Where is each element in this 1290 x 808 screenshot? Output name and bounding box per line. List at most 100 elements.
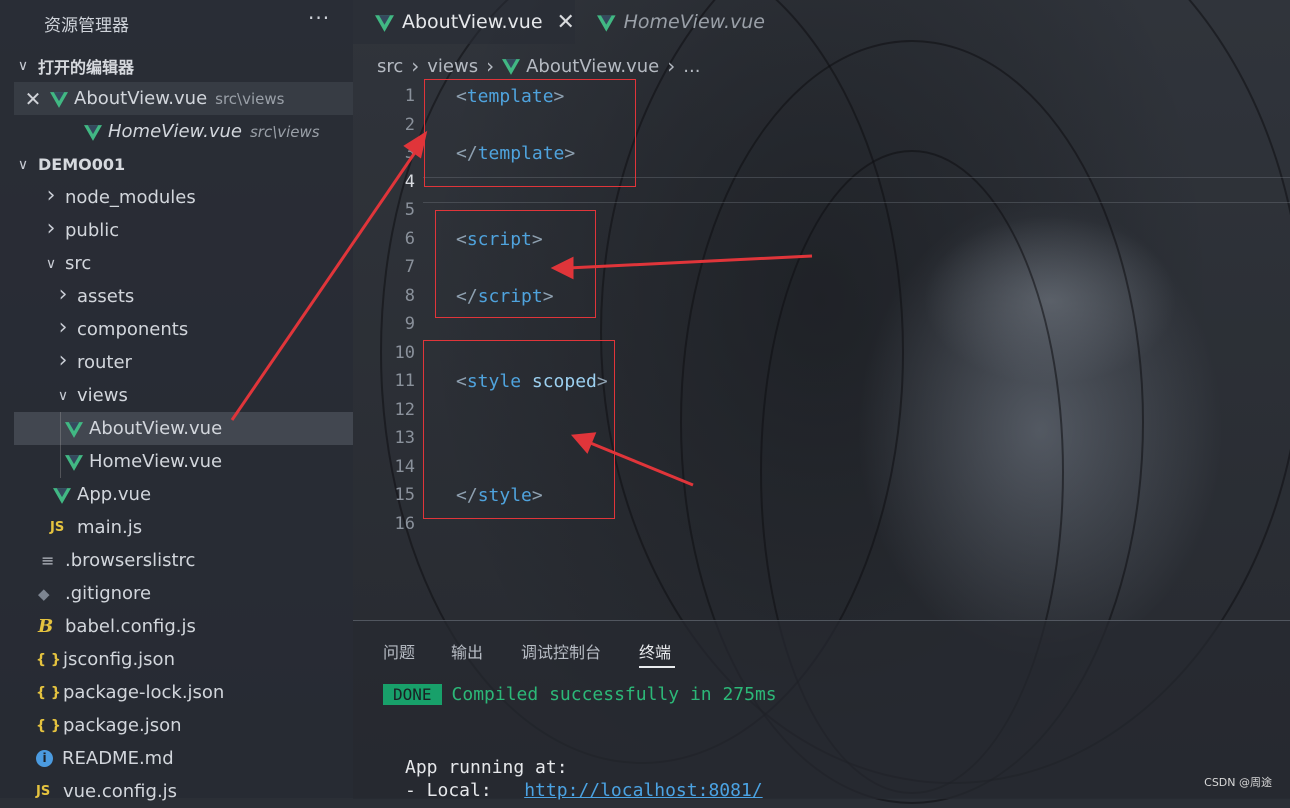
breadcrumb-more[interactable]: ... bbox=[683, 56, 700, 77]
tree-item-label: package.json bbox=[63, 715, 182, 736]
line-number: 3 bbox=[404, 143, 415, 163]
tree-item-jsconfig[interactable]: { } jsconfig.json bbox=[14, 643, 353, 676]
tab-debug-console[interactable]: 调试控制台 bbox=[521, 639, 601, 663]
breadcrumb: src › views › AboutView.vue › ... bbox=[377, 54, 700, 78]
line-number: 9 bbox=[404, 314, 415, 334]
tree-item-readme[interactable]: i README.md bbox=[14, 742, 353, 775]
tree-item-vue-config[interactable]: JS vue.config.js bbox=[14, 775, 353, 808]
line-number: 7 bbox=[404, 257, 415, 277]
more-actions-icon[interactable]: ··· bbox=[308, 6, 330, 30]
line-number: 15 bbox=[394, 485, 415, 505]
tree-item-views[interactable]: views bbox=[14, 379, 353, 412]
open-editor-name: HomeView.vue bbox=[108, 121, 242, 142]
chevron-down-icon bbox=[42, 256, 60, 272]
info-file-icon: i bbox=[36, 750, 53, 767]
tree-item-package-lock[interactable]: { } package-lock.json bbox=[14, 676, 353, 709]
tree-item-label: components bbox=[77, 319, 189, 340]
tree-item-label: vue.config.js bbox=[63, 781, 178, 802]
tree-item-main[interactable]: JS main.js bbox=[14, 511, 353, 544]
line-number: 6 bbox=[404, 229, 415, 249]
json-file-icon: { } bbox=[36, 717, 61, 734]
project-header[interactable]: DEMO001 bbox=[14, 148, 353, 181]
tab-homeview[interactable]: HomeView.vue bbox=[575, 0, 765, 44]
tree-item-label: package-lock.json bbox=[63, 682, 225, 703]
tree-item-label: main.js bbox=[77, 517, 143, 538]
chevron-right-icon bbox=[42, 185, 60, 210]
line-number: 14 bbox=[394, 457, 415, 477]
line-number: 5 bbox=[404, 200, 415, 220]
open-editor-path: src\views bbox=[249, 122, 320, 141]
tree-item-label: assets bbox=[77, 286, 135, 307]
tree-item-router[interactable]: router bbox=[14, 346, 353, 379]
bottom-panel: 问题 输出 调试控制台 终端 DONE Compiled successfully… bbox=[353, 620, 1290, 801]
tab-problems[interactable]: 问题 bbox=[383, 639, 415, 663]
js-file-icon: JS bbox=[36, 784, 51, 799]
chevron-down-icon bbox=[14, 157, 32, 173]
line-number: 13 bbox=[394, 428, 415, 448]
open-editor-home[interactable]: HomeView.vue src\views bbox=[14, 115, 353, 148]
terminal-line: DONE Compiled successfully in 275ms bbox=[383, 684, 777, 705]
vue-file-icon bbox=[502, 59, 521, 75]
line-number: 12 bbox=[394, 400, 415, 420]
tab-output[interactable]: 输出 bbox=[451, 639, 483, 663]
open-editors-header[interactable]: 打开的编辑器 bbox=[14, 49, 353, 82]
tree-item-components[interactable]: components bbox=[14, 313, 353, 346]
line-number: 10 bbox=[394, 343, 415, 363]
tab-aboutview[interactable]: AboutView.vue ✕ bbox=[353, 0, 575, 44]
chevron-right-icon bbox=[42, 218, 60, 243]
tree-item-label: jsconfig.json bbox=[63, 649, 175, 670]
line-number: 2 bbox=[404, 115, 415, 135]
vue-file-icon bbox=[65, 454, 83, 471]
open-editors-label: 打开的编辑器 bbox=[38, 57, 135, 77]
chevron-right-icon: › bbox=[667, 54, 676, 78]
open-editor-path: src\views bbox=[215, 89, 285, 108]
git-file-icon: ◆ bbox=[38, 584, 50, 603]
tree-item-homeview[interactable]: HomeView.vue bbox=[14, 445, 353, 478]
active-tab-underline bbox=[639, 666, 675, 668]
template-highlight-box bbox=[424, 79, 636, 187]
app-running-text: App running at: bbox=[405, 757, 568, 778]
tree-item-node-modules[interactable]: node_modules bbox=[14, 181, 353, 214]
breadcrumb-src[interactable]: src bbox=[377, 56, 403, 77]
chevron-down-icon bbox=[14, 58, 32, 74]
tree-item-public[interactable]: public bbox=[14, 214, 353, 247]
tree-item-label: AboutView.vue bbox=[89, 418, 223, 439]
explorer-sidebar: 资源管理器 ··· 打开的编辑器 ✕ AboutView.vue src\vie… bbox=[0, 0, 353, 802]
chevron-down-icon bbox=[54, 388, 72, 404]
chevron-right-icon bbox=[54, 317, 72, 342]
tree-item-app[interactable]: App.vue bbox=[14, 478, 353, 511]
vue-file-icon bbox=[50, 91, 68, 108]
line-number: 8 bbox=[404, 286, 415, 306]
tree-item-browserslistrc[interactable]: ≡ .browserslistrc bbox=[14, 544, 353, 577]
vue-file-icon bbox=[375, 14, 394, 32]
vue-file-icon bbox=[65, 421, 83, 438]
tree-item-src[interactable]: src bbox=[14, 247, 353, 280]
tree-item-babel[interactable]: B babel.config.js bbox=[14, 610, 353, 643]
line-number: 11 bbox=[394, 371, 415, 391]
babel-file-icon: B bbox=[38, 616, 54, 637]
tab-label: HomeView.vue bbox=[623, 11, 765, 33]
vue-file-icon bbox=[53, 487, 71, 504]
js-file-icon: JS bbox=[50, 520, 65, 535]
tree-item-label: router bbox=[77, 352, 132, 373]
breadcrumb-file[interactable]: AboutView.vue bbox=[526, 56, 659, 77]
tree-item-label: public bbox=[65, 220, 120, 241]
close-icon[interactable]: ✕ bbox=[557, 10, 575, 35]
breadcrumb-views[interactable]: views bbox=[427, 56, 478, 77]
chevron-right-icon bbox=[54, 284, 72, 309]
style-highlight-box bbox=[423, 340, 615, 519]
tree-item-label: node_modules bbox=[65, 187, 196, 208]
line-number: 4 bbox=[404, 172, 415, 192]
tab-terminal[interactable]: 终端 bbox=[639, 639, 671, 663]
code-line: 9 bbox=[353, 314, 1290, 342]
tree-item-gitignore[interactable]: ◆ .gitignore bbox=[14, 577, 353, 610]
tree-item-assets[interactable]: assets bbox=[14, 280, 353, 313]
tree-item-label: README.md bbox=[62, 748, 174, 769]
json-file-icon: { } bbox=[36, 684, 61, 701]
tree-item-aboutview[interactable]: AboutView.vue bbox=[14, 412, 353, 445]
tree-item-package[interactable]: { } package.json bbox=[14, 709, 353, 742]
tree-item-label: .gitignore bbox=[65, 583, 152, 604]
close-icon[interactable]: ✕ bbox=[22, 87, 44, 111]
tab-label: AboutView.vue bbox=[402, 11, 543, 33]
open-editor-about[interactable]: ✕ AboutView.vue src\views bbox=[14, 82, 353, 115]
